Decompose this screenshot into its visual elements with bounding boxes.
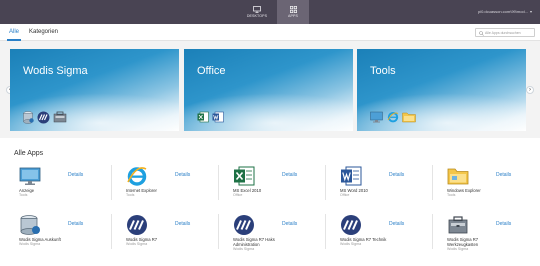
app-tile-wodis-sigma-r7-haks-administration[interactable]: Wodis Sigma R7 Haks Administration Wodis… — [228, 214, 335, 260]
banner-icons — [23, 111, 67, 124]
app-category: Tools — [447, 193, 456, 197]
details-link[interactable]: Details — [68, 221, 83, 227]
app-category: Wodis Sigma — [19, 242, 41, 246]
app-tile-internet-explorer[interactable]: Internet Explorer Tools Details — [121, 165, 228, 211]
details-link[interactable]: Details — [68, 172, 83, 178]
app-tile-windows-explorer[interactable]: Windows Explorer Tools Details — [442, 165, 540, 211]
wodis-logo-icon — [234, 215, 254, 235]
details-link[interactable]: Details — [389, 172, 404, 178]
display-settings-icon — [19, 167, 41, 185]
app-name: Wodis Sigma R7 Haks Administration — [233, 237, 275, 247]
banner-icons — [197, 111, 224, 123]
wodis-logo-icon — [341, 215, 361, 235]
section-title: Alle Apps — [14, 150, 44, 157]
folder-icon — [402, 112, 416, 123]
nav-tab-desktops[interactable]: DESKTOPS — [241, 0, 273, 24]
app-name: MS Word 2010 — [340, 188, 368, 193]
toolbox-icon — [448, 216, 468, 234]
app-category: Office — [340, 193, 350, 197]
app-tile-wodis-sigma-r7[interactable]: Wodis Sigma R7 Wodis Sigma Details — [121, 214, 228, 260]
internet-explorer-icon — [387, 112, 399, 123]
carousel-next-button[interactable]: › — [526, 86, 534, 94]
excel-icon — [234, 166, 255, 186]
tile-divider — [111, 165, 112, 200]
toolbox-icon — [53, 111, 67, 123]
database-icon — [20, 215, 40, 235]
app-category: Wodis Sigma — [233, 247, 255, 251]
details-link[interactable]: Details — [175, 172, 190, 178]
app-category: Office — [233, 193, 243, 197]
tile-divider — [325, 165, 326, 200]
details-link[interactable]: Details — [389, 221, 404, 227]
tab-kategorien[interactable]: Kategorien — [29, 29, 58, 35]
app-name: MS Excel 2010 — [233, 188, 262, 193]
search-box[interactable] — [475, 28, 535, 37]
app-category: Tools — [126, 193, 135, 197]
banner-title: Tools — [370, 65, 396, 77]
excel-icon — [197, 111, 209, 123]
tile-divider — [218, 165, 219, 200]
banner-icons — [370, 111, 416, 123]
banner-title: Office — [197, 65, 226, 77]
banner-title: Wodis Sigma — [23, 65, 88, 77]
banner-office[interactable]: Office — [184, 49, 353, 131]
banner-wodis-sigma[interactable]: Wodis Sigma — [10, 49, 179, 131]
chevron-down-icon — [530, 10, 532, 13]
database-icon — [23, 111, 34, 124]
details-link[interactable]: Details — [496, 172, 511, 178]
app-tile-ms-excel[interactable]: MS Excel 2010 Office Details — [228, 165, 335, 211]
wodis-logo-icon — [37, 111, 50, 124]
chevron-right-icon: › — [529, 87, 531, 93]
app-tile-wodis-sigma-auskunft[interactable]: Wodis Sigma Auskunft Wodis Sigma Details — [14, 214, 121, 260]
details-link[interactable]: Details — [282, 172, 297, 178]
app-name: Internet Explorer — [126, 188, 157, 193]
nav-tab-desktops-label: DESKTOPS — [246, 14, 268, 18]
tile-divider — [325, 214, 326, 249]
details-link[interactable]: Details — [175, 221, 190, 227]
monitor-icon — [253, 6, 261, 13]
app-tile-ms-word[interactable]: MS Word 2010 Office Details — [335, 165, 442, 211]
display-settings-icon — [370, 111, 383, 123]
user-name: pi0.dcuasson.com\99\mod... — [477, 9, 528, 14]
wodis-logo-icon — [127, 215, 147, 235]
app-name: Wodis Sigma R7 Werkzeugkasten — [447, 237, 479, 247]
app-name: Anzeige — [19, 188, 35, 193]
app-tile-anzeige[interactable]: Anzeige Tools Details — [14, 165, 121, 211]
grid-icon — [289, 6, 297, 13]
app-category: Tools — [19, 193, 28, 197]
word-icon — [212, 111, 224, 123]
app-name: Windows Explorer — [447, 188, 481, 193]
user-menu[interactable]: pi0.dcuasson.com\99\mod... — [478, 9, 532, 14]
tile-divider — [432, 214, 433, 249]
nav-tab-apps[interactable]: APPS — [277, 0, 309, 24]
tabs-row: Alle Kategorien — [0, 24, 540, 41]
nav-tab-apps-label: APPS — [288, 14, 298, 18]
details-link[interactable]: Details — [282, 221, 297, 227]
app-tile-wodis-sigma-r7-werkzeugkasten[interactable]: Wodis Sigma R7 Werkzeugkasten Wodis Sigm… — [442, 214, 540, 260]
top-bar: DESKTOPS APPS pi0.dcuasson.com\99\mod... — [0, 0, 540, 24]
banner-tools[interactable]: Tools — [357, 49, 526, 131]
app-tile-wodis-sigma-r7-technik[interactable]: Wodis Sigma R7 Technik Wodis Sigma Detai… — [335, 214, 442, 260]
tile-divider — [218, 214, 219, 249]
word-icon — [341, 166, 362, 186]
tab-alle[interactable]: Alle — [9, 29, 19, 35]
featured-carousel: ‹ Wodis Sigma Office — [0, 41, 540, 138]
tile-divider — [432, 165, 433, 200]
search-input[interactable] — [485, 29, 533, 36]
tile-divider — [111, 214, 112, 249]
app-category: Wodis Sigma — [126, 242, 148, 246]
internet-explorer-icon — [127, 167, 147, 186]
app-category: Wodis Sigma — [340, 242, 362, 246]
details-link[interactable]: Details — [496, 221, 511, 227]
folder-icon — [447, 168, 469, 185]
app-category: Wodis Sigma — [447, 247, 469, 251]
search-icon — [479, 30, 484, 36]
